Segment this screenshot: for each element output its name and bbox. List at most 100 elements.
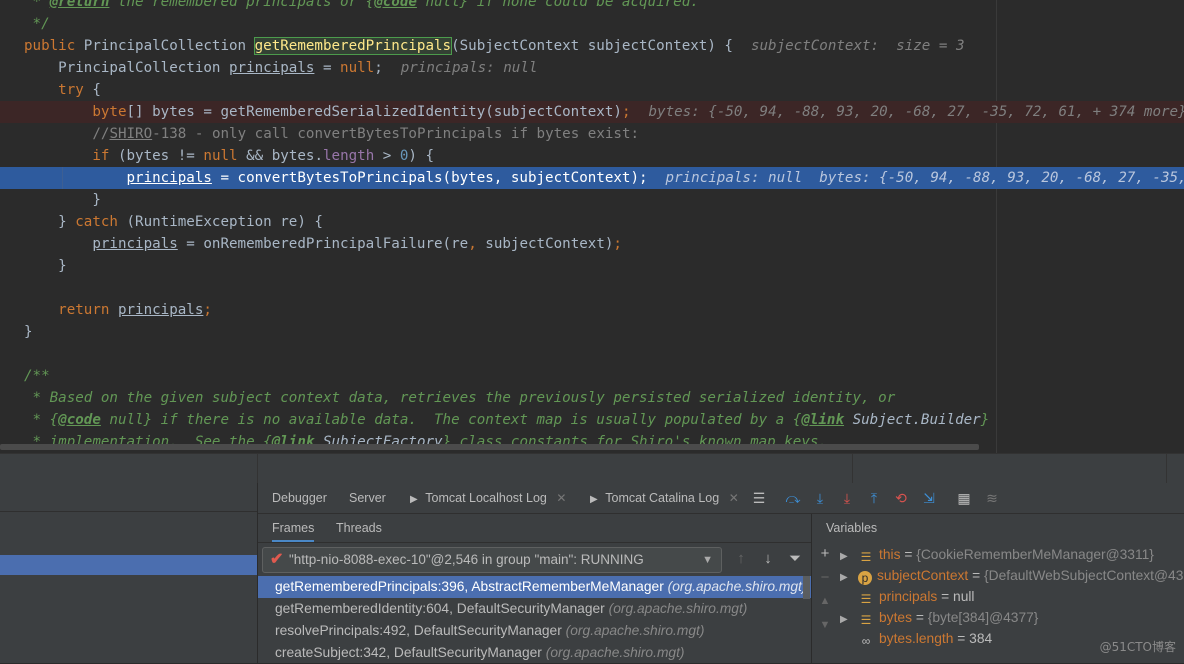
debug-tool-window: Debugger Server ▶ Tomcat Localhost Log ✕… xyxy=(0,483,1184,663)
variable-name: this xyxy=(879,547,901,562)
code-text: } xyxy=(24,324,33,340)
code-line[interactable]: } catch (RuntimeException re) { xyxy=(0,211,1184,233)
move-down-icon[interactable]: ▼ xyxy=(812,619,838,631)
console-icon: ▶ xyxy=(410,494,418,505)
code-line[interactable]: } xyxy=(0,321,1184,343)
remove-watch-icon[interactable]: − xyxy=(812,569,838,586)
code-line[interactable]: * @return the remembered principals or {… xyxy=(0,0,1184,13)
move-up-icon[interactable]: ▲ xyxy=(812,595,838,607)
filter-icon[interactable]: ⏷ xyxy=(787,551,803,567)
tab-threads-label: Threads xyxy=(336,521,382,535)
step-into-icon[interactable]: ⤓ xyxy=(811,489,829,507)
code-editor[interactable]: * @return the remembered principals or {… xyxy=(0,0,1184,453)
stack-frame[interactable]: getRememberedIdentity:604, DefaultSecuri… xyxy=(258,598,811,620)
tab-frames[interactable]: Frames xyxy=(272,514,315,542)
code-text: public PrincipalCollection getRemembered… xyxy=(24,37,965,55)
code-text: * {@code null} if there is no available … xyxy=(24,412,990,428)
code-text: } xyxy=(24,192,101,208)
code-line[interactable]: public PrincipalCollection getRemembered… xyxy=(0,35,1184,57)
code-line[interactable]: */ xyxy=(0,13,1184,35)
arrow-up-icon[interactable]: ↑ xyxy=(733,551,749,567)
expand-arrow-icon[interactable]: ▶ xyxy=(840,609,858,630)
tool-window-header xyxy=(0,453,1184,484)
code-text: byte[] bytes = getRememberedSerializedId… xyxy=(92,104,1184,120)
force-step-into-icon[interactable]: ⤓ xyxy=(838,489,856,507)
thread-selector[interactable]: ✔ "http-nio-8088-exec-10"@2,546 in group… xyxy=(262,547,722,573)
stack-frame-package: (org.apache.shiro.mgt) xyxy=(565,623,705,638)
tab-tomcat-localhost-log[interactable]: ▶ Tomcat Localhost Log ✕ xyxy=(410,483,566,513)
tab-threads[interactable]: Threads xyxy=(336,514,382,542)
code-text: * Based on the given subject context dat… xyxy=(24,390,896,406)
divider xyxy=(0,511,257,512)
code-line[interactable] xyxy=(0,343,1184,365)
variable-row[interactable]: ☰ principals = null xyxy=(840,586,975,607)
stack-frame[interactable]: createSubject:342, DefaultSecurityManage… xyxy=(258,642,811,664)
header-divider xyxy=(1166,454,1167,484)
array-icon: ☰ xyxy=(860,613,872,627)
variable-row[interactable]: ▶ p subjectContext = {DefaultWebSubjectCon… xyxy=(840,565,1183,586)
code-line[interactable]: } xyxy=(0,189,1184,211)
tab-debugger[interactable]: Debugger xyxy=(272,483,327,513)
variable-row[interactable]: ▶ ☰ this = {CookieRememberMeManager@3311} xyxy=(840,544,1154,565)
stack-frame[interactable]: resolvePrincipals:492, DefaultSecurityMa… xyxy=(258,620,811,642)
close-icon[interactable]: ✕ xyxy=(729,491,739,505)
stack-frame[interactable]: getRememberedPrincipals:396, AbstractRem… xyxy=(258,576,811,598)
code-text: /** xyxy=(24,368,50,384)
frames-list[interactable]: getRememberedPrincipals:396, AbstractRem… xyxy=(258,576,811,663)
variables-toolbar: + − ▲ ▼ xyxy=(812,543,838,663)
variable-name: bytes xyxy=(879,610,912,625)
show-execution-point-icon[interactable]: ☰ xyxy=(750,489,768,507)
code-text: } xyxy=(24,258,67,274)
tab-tomcat-localhost-label: Tomcat Localhost Log xyxy=(425,491,547,505)
tab-debugger-label: Debugger xyxy=(272,491,327,505)
variable-row[interactable]: ∞ bytes.length = 384 xyxy=(840,628,992,649)
evaluate-expression-icon[interactable]: ▦ xyxy=(955,489,973,507)
expand-arrow-icon[interactable]: ▶ xyxy=(840,567,858,588)
variable-name: bytes.length xyxy=(879,631,954,646)
stack-frame-package: (org.apache.shiro.mgt) xyxy=(545,645,685,660)
selected-session[interactable] xyxy=(0,555,257,575)
code-line[interactable] xyxy=(0,277,1184,299)
close-icon[interactable]: ✕ xyxy=(556,491,566,505)
variable-value: 384 xyxy=(969,631,993,646)
field-icon: ☰ xyxy=(860,550,872,564)
step-out-icon[interactable]: ⤒ xyxy=(865,489,883,507)
variable-name: subjectContext xyxy=(877,568,969,583)
code-line[interactable]: //SHIRO-138 - only call convertBytesToPr… xyxy=(0,123,1184,145)
code-text: principals = convertBytesToPrincipals(by… xyxy=(126,170,1184,186)
code-line[interactable]: * Based on the given subject context dat… xyxy=(0,387,1184,409)
add-watch-icon[interactable]: + xyxy=(812,545,838,562)
trace-stream-icon[interactable]: ≋ xyxy=(983,489,1001,507)
tab-server[interactable]: Server xyxy=(349,483,386,513)
code-text: if (bytes != null && bytes.length > 0) { xyxy=(92,148,435,164)
variable-row[interactable]: ▶ ☰ bytes = {byte[384]@4377} xyxy=(840,607,1038,628)
code-line[interactable]: PrincipalCollection principals = null; pr… xyxy=(0,57,1184,79)
breakpoint-line[interactable]: byte[] bytes = getRememberedSerializedId… xyxy=(0,101,1184,123)
code-line[interactable]: * {@code null} if there is no available … xyxy=(0,409,1184,431)
drop-frame-icon[interactable]: ⟲ xyxy=(892,489,910,507)
code-line[interactable]: try { xyxy=(0,79,1184,101)
expand-arrow-icon[interactable]: ▶ xyxy=(840,546,858,567)
editor-horizontal-scrollbar[interactable] xyxy=(0,444,979,450)
stack-frame-package: (org.apache.shiro.mgt) xyxy=(667,579,807,594)
code-line[interactable]: if (bytes != null && bytes.length > 0) { xyxy=(0,145,1184,167)
variable-value: {CookieRememberMeManager@3311} xyxy=(916,547,1154,562)
execution-point-line[interactable]: principals = convertBytesToPrincipals(by… xyxy=(0,167,1184,189)
equals-sign: = xyxy=(968,568,984,583)
stack-frame-location: resolvePrincipals:492, DefaultSecurityMa… xyxy=(275,623,566,638)
code-line[interactable]: principals = onRememberedPrincipalFailur… xyxy=(0,233,1184,255)
run-to-cursor-icon[interactable]: ⇲ xyxy=(920,489,938,507)
thread-selector-row: ✔ "http-nio-8088-exec-10"@2,546 in group… xyxy=(258,543,811,575)
code-line[interactable]: } xyxy=(0,255,1184,277)
code-text: try { xyxy=(58,82,101,98)
code-line[interactable]: /** xyxy=(0,365,1184,387)
tab-tomcat-catalina-log[interactable]: ▶ Tomcat Catalina Log ✕ xyxy=(590,483,739,513)
code-line[interactable]: return principals; xyxy=(0,299,1184,321)
chevron-down-icon: ▼ xyxy=(702,554,713,566)
step-over-icon[interactable]: ⤼ xyxy=(784,489,802,507)
frames-scrollbar[interactable] xyxy=(803,576,810,599)
equals-sign: = xyxy=(911,610,928,625)
watch-icon: ∞ xyxy=(861,634,871,648)
watermark: @51CTO博客 xyxy=(1099,640,1176,654)
arrow-down-icon[interactable]: ↓ xyxy=(760,551,776,567)
